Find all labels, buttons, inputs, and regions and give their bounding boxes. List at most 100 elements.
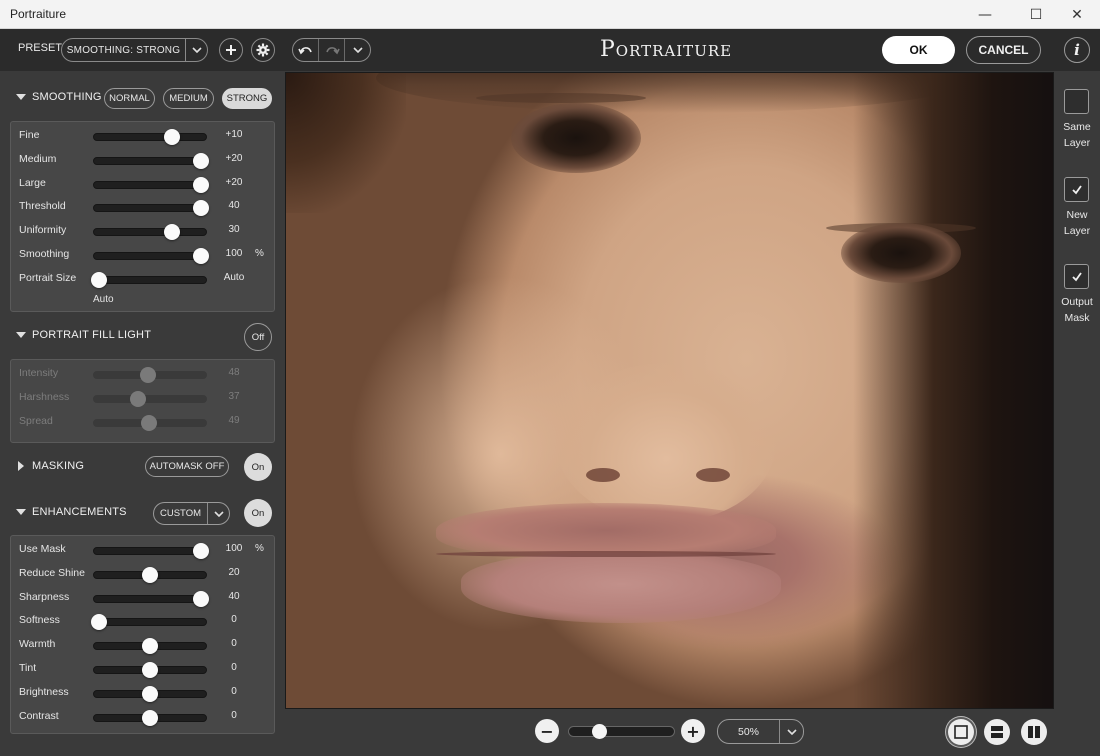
warmth-slider-handle[interactable] xyxy=(142,638,158,655)
cancel-button[interactable]: CANCEL xyxy=(966,36,1041,64)
single-view-icon xyxy=(954,725,968,739)
image-preview[interactable] xyxy=(285,72,1054,709)
threshold-slider-row: Threshold 40 xyxy=(11,197,276,217)
enhancements-toggle[interactable]: On xyxy=(244,499,272,527)
portrait-size-slider-handle[interactable] xyxy=(91,271,107,288)
output-mask-checkbox[interactable] xyxy=(1064,264,1089,289)
preset-value: SMOOTHING: STRONG xyxy=(66,44,181,56)
use-mask-slider-handle[interactable] xyxy=(193,543,209,559)
uniformity-slider-handle[interactable] xyxy=(164,224,181,241)
threshold-slider-handle[interactable] xyxy=(193,200,209,217)
zoom-out-button[interactable]: − xyxy=(535,719,559,743)
maximize-button[interactable]: ☐ xyxy=(1013,0,1059,29)
medium-value: +20 xyxy=(225,152,243,164)
zoom-slider[interactable] xyxy=(568,726,675,737)
close-window-button[interactable]: ✕ xyxy=(1054,0,1100,29)
app-title: Portraiture xyxy=(600,37,733,62)
single-view-button[interactable] xyxy=(948,719,974,745)
medium-slider-handle[interactable] xyxy=(193,152,209,169)
same-layer-label-line1: Same xyxy=(1063,121,1091,133)
fine-slider[interactable] xyxy=(93,133,207,141)
undo-button[interactable] xyxy=(293,39,319,61)
undo-icon xyxy=(297,47,312,55)
smoothing-header[interactable]: SMOOTHING xyxy=(16,91,102,103)
same-layer-checkbox[interactable] xyxy=(1064,89,1089,114)
settings-button[interactable] xyxy=(251,38,275,62)
intensity-value: 48 xyxy=(228,367,240,378)
large-slider[interactable] xyxy=(93,180,207,189)
collapse-icon xyxy=(16,94,26,100)
enhancements-title: ENHANCEMENTS xyxy=(32,506,127,518)
medium-slider[interactable] xyxy=(93,156,207,165)
softness-value: 0 xyxy=(231,614,237,626)
enhancements-header[interactable]: ENHANCEMENTS xyxy=(16,506,127,518)
redo-button[interactable] xyxy=(319,39,345,61)
softness-slider[interactable] xyxy=(93,618,207,627)
split-horizontal-button[interactable] xyxy=(984,719,1010,745)
smoothing-mode-medium[interactable]: MEDIUM xyxy=(163,88,214,109)
fill-light-toggle[interactable]: Off xyxy=(244,323,272,351)
ok-button[interactable]: OK xyxy=(882,36,955,64)
info-button[interactable]: i xyxy=(1064,37,1090,63)
contrast-slider-row: Contrast 0 xyxy=(11,707,276,727)
tint-slider-handle[interactable] xyxy=(142,662,158,678)
enhancements-preset-dropdown[interactable]: CUSTOM xyxy=(153,502,230,525)
settings-panel: SMOOTHING NORMAL MEDIUM STRONG Fine +10 Medi… xyxy=(0,71,283,756)
info-icon: i xyxy=(1074,41,1080,59)
expand-icon xyxy=(18,461,24,471)
uniformity-slider[interactable] xyxy=(93,228,207,237)
softness-slider-row: Softness 0 xyxy=(11,611,276,631)
smoothing-mode-strong[interactable]: STRONG xyxy=(222,88,272,109)
masking-toggle[interactable]: On xyxy=(244,453,272,481)
smoothing-unit: % xyxy=(255,248,264,259)
chevron-down-icon[interactable] xyxy=(185,39,207,61)
portrait-size-slider[interactable] xyxy=(93,275,207,284)
fill-light-header[interactable]: PORTRAIT FILL LIGHT xyxy=(16,329,151,341)
contrast-slider-handle[interactable] xyxy=(142,709,158,726)
history-menu-button[interactable] xyxy=(345,39,370,61)
preset-label: PRESET xyxy=(18,42,63,54)
automask-button[interactable]: AUTOMASK OFF xyxy=(145,456,229,477)
output-mask-label-line1: Output xyxy=(1061,296,1093,308)
fine-slider-handle[interactable] xyxy=(164,129,181,145)
portrait-size-slider-row: Portrait Size Auto xyxy=(11,269,276,289)
brightness-slider-handle[interactable] xyxy=(142,685,158,702)
window-title: Portraiture xyxy=(10,7,67,21)
contrast-label: Contrast xyxy=(19,709,59,722)
window-titlebar: Portraiture — ☐ ✕ xyxy=(0,0,1100,29)
minimize-button[interactable]: — xyxy=(962,0,1008,29)
smoothing-slider[interactable] xyxy=(93,252,207,260)
sharpness-slider-handle[interactable] xyxy=(193,590,209,607)
zoom-dropdown[interactable]: 50% xyxy=(717,719,804,744)
chevron-down-icon[interactable] xyxy=(779,720,803,743)
spread-value: 49 xyxy=(228,414,240,426)
harshness-slider-row: Harshness 37 xyxy=(11,388,276,408)
smoothing-slider-handle[interactable] xyxy=(193,248,209,264)
threshold-slider[interactable] xyxy=(93,204,207,213)
add-preset-button[interactable] xyxy=(219,38,243,62)
spread-label: Spread xyxy=(19,414,53,427)
preset-dropdown[interactable]: SMOOTHING: STRONG xyxy=(61,38,208,62)
uniformity-label: Uniformity xyxy=(19,224,67,237)
split-vertical-icon xyxy=(1028,726,1040,738)
chevron-down-icon[interactable] xyxy=(207,503,229,524)
collapse-icon xyxy=(16,509,26,515)
sharpness-slider[interactable] xyxy=(93,594,207,603)
new-layer-checkbox[interactable] xyxy=(1064,177,1089,202)
reduce-shine-label: Reduce Shine xyxy=(19,566,85,579)
masking-header[interactable]: MASKING xyxy=(16,460,84,472)
smoothing-label: Smoothing xyxy=(19,248,70,260)
split-vertical-button[interactable] xyxy=(1021,719,1047,745)
zoom-in-button[interactable]: + xyxy=(681,719,705,743)
reduce-shine-slider-handle[interactable] xyxy=(142,566,158,583)
fine-slider-row: Fine +10 xyxy=(11,126,276,146)
zoom-value: 50% xyxy=(737,725,759,738)
large-slider-handle[interactable] xyxy=(193,176,209,193)
minimize-icon: — xyxy=(978,6,992,23)
sharpness-label: Sharpness xyxy=(19,590,70,603)
smoothing-mode-normal[interactable]: NORMAL xyxy=(104,88,155,109)
use-mask-slider[interactable] xyxy=(93,547,207,555)
portrait-size-value: Auto xyxy=(223,271,245,283)
zoom-slider-handle[interactable] xyxy=(591,724,607,739)
softness-slider-handle[interactable] xyxy=(91,614,107,631)
